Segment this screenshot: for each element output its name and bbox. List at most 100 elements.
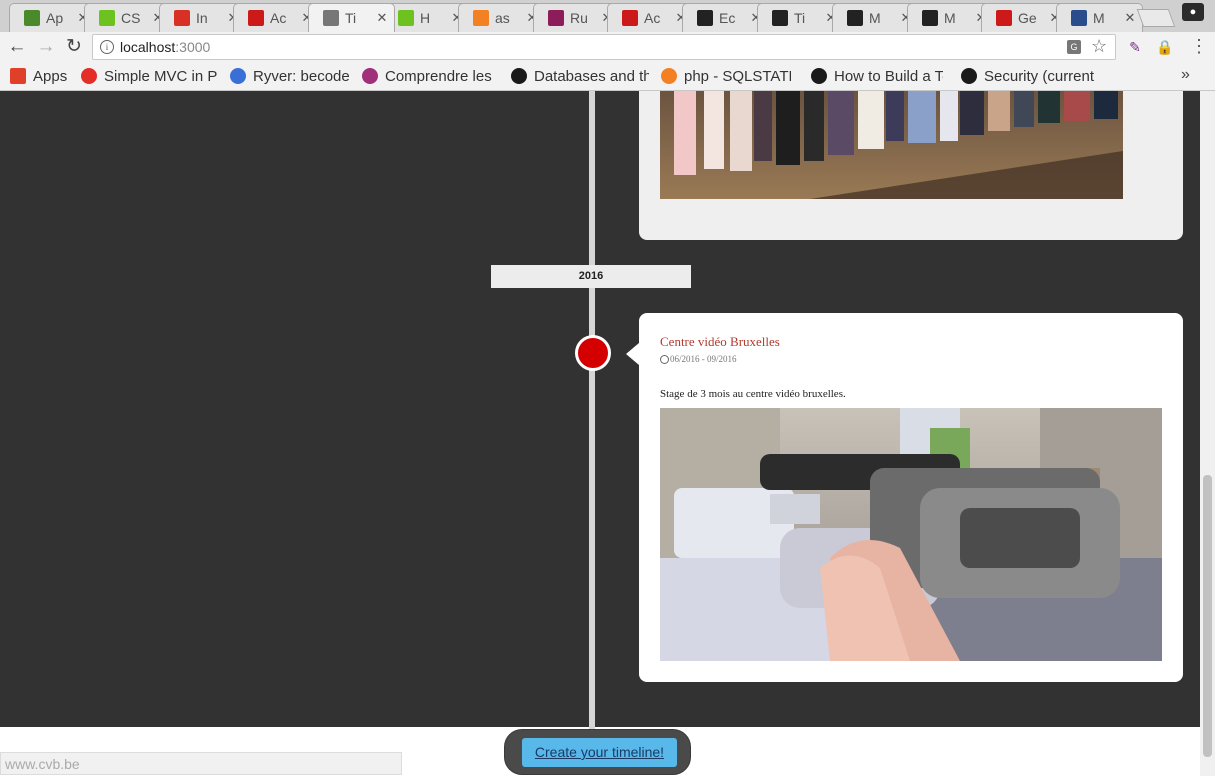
github-icon xyxy=(847,10,863,26)
status-bar-url: www.cvb.be xyxy=(0,752,402,775)
bird-icon xyxy=(996,10,1012,26)
symfony-icon xyxy=(511,68,527,84)
bookmark-item[interactable]: Apps xyxy=(10,67,72,85)
crowd-photo xyxy=(660,91,1123,199)
timeline-card-previous xyxy=(639,91,1183,240)
tab-title: Ti xyxy=(794,10,806,26)
tab-title: as xyxy=(495,10,510,26)
apps-grid-icon xyxy=(10,68,26,84)
tab-title: Ac xyxy=(270,10,287,26)
bookmark-item[interactable]: php - SQLSTATE[ xyxy=(661,67,791,85)
browser-tab[interactable]: as ✕ xyxy=(458,3,545,32)
tab-title: In xyxy=(196,10,208,26)
github-icon xyxy=(697,10,713,26)
entry-date-range: 06/2016 - 09/2016 xyxy=(670,354,737,364)
bookmark-label: Comprendre les xyxy=(385,67,492,85)
browser-tab[interactable]: Ge ✕ xyxy=(981,3,1068,32)
bookmark-label: Security (current xyxy=(984,67,1095,85)
tab-title: M xyxy=(1093,10,1105,26)
bird-icon xyxy=(248,10,264,26)
forward-arrow-icon[interactable]: → xyxy=(35,36,57,58)
tab-strip: Ap✕CS✕In✕Ac✕Ti✕H✕as✕Ru✕Ac✕Ec✕Ti✕M✕M✕Ge✕M… xyxy=(0,0,1215,32)
browser-tab[interactable]: Ti ✕ xyxy=(757,3,844,32)
browser-tab[interactable]: Ec ✕ xyxy=(682,3,769,32)
entry-description: Stage de 3 mois au centre vidéo bruxelle… xyxy=(660,388,846,400)
browser-tab[interactable]: Ap ✕ xyxy=(9,3,96,32)
bookmark-label: Apps xyxy=(33,67,68,85)
timeline-marker[interactable] xyxy=(575,335,611,371)
card-pointer-arrow xyxy=(626,343,639,365)
bookmark-label: How to Build a To xyxy=(834,67,943,85)
browser-tab[interactable]: M✕ xyxy=(832,3,919,32)
browser-tab[interactable]: Ac ✕ xyxy=(607,3,694,32)
document-icon xyxy=(323,10,339,26)
new-tab-button[interactable] xyxy=(1136,9,1176,27)
browser-tab[interactable]: Ti ✕ xyxy=(308,3,395,32)
bookmark-star-icon[interactable]: ☆ xyxy=(1091,36,1107,57)
extension-lock-icon[interactable]: 🔒 xyxy=(1156,38,1174,56)
bookmark-item[interactable]: Ryver: becode xyxy=(230,67,352,85)
tab-title: M xyxy=(869,10,881,26)
back-arrow-icon[interactable]: ← xyxy=(6,36,28,58)
year-label: 2016 xyxy=(491,265,691,288)
tab-title: Ge xyxy=(1018,10,1037,26)
github-icon xyxy=(772,10,788,26)
browser-tab[interactable]: CS ✕ xyxy=(84,3,171,32)
extension-eyedropper-icon[interactable]: ✎ xyxy=(1126,38,1144,56)
info-icon xyxy=(548,10,564,26)
tab-title: Ac xyxy=(644,10,661,26)
tab-title: H xyxy=(420,10,431,26)
close-tab-icon[interactable]: ✕ xyxy=(1124,10,1136,26)
tab-title: Ap xyxy=(46,10,64,26)
profile-icon[interactable]: ● xyxy=(1182,3,1204,21)
browser-toolbar: ← → ↻ i localhost:3000 G ☆ ✎ 🔒 ⋮ xyxy=(0,32,1215,62)
spiral-icon xyxy=(362,68,378,84)
gmail-icon xyxy=(174,10,190,26)
browser-tab[interactable]: H ✕ xyxy=(383,3,470,32)
bookmark-label: Ryver: becode xyxy=(253,67,350,85)
tab-title: Ec xyxy=(719,10,736,26)
scrollbar-thumb[interactable] xyxy=(1203,475,1212,757)
tab-title: M xyxy=(944,10,956,26)
github-icon xyxy=(922,10,938,26)
browser-menu-icon[interactable]: ⋮ xyxy=(1190,37,1208,55)
page-scrollbar[interactable] xyxy=(1200,91,1215,776)
browser-tab[interactable]: Ac ✕ xyxy=(233,3,320,32)
video-camera-photo xyxy=(660,408,1162,661)
symfony-icon xyxy=(961,68,977,84)
bookmark-item[interactable]: Databases and th xyxy=(511,67,649,85)
w3schools-icon xyxy=(99,10,115,26)
tab-title: Ru xyxy=(570,10,588,26)
translate-icon[interactable]: G xyxy=(1067,40,1081,54)
entry-title: Centre vidéo Bruxelles xyxy=(660,334,780,349)
stackoverflow-icon xyxy=(473,10,489,26)
timeline-card: Centre vidéo Bruxelles 06/2016 - 09/2016… xyxy=(626,313,1183,682)
ryver-icon xyxy=(230,68,246,84)
tab-title: CS xyxy=(121,10,141,26)
bookmarks-overflow-icon[interactable]: » xyxy=(1181,66,1190,84)
bookmark-item[interactable]: Simple MVC in PI xyxy=(81,67,217,85)
bookmark-label: Simple MVC in PI xyxy=(104,67,217,85)
clock-icon xyxy=(660,354,669,364)
cube-icon xyxy=(24,10,40,26)
bookmark-item[interactable]: Comprendre les xyxy=(362,67,494,85)
create-timeline-button[interactable]: Create your timeline! xyxy=(522,738,677,767)
translate-icon xyxy=(1071,10,1087,26)
stackoverflow-icon xyxy=(661,68,677,84)
w3schools-icon xyxy=(398,10,414,26)
cta-container: Create your timeline! xyxy=(504,729,691,775)
bookmarks-bar: Apps Simple MVC in PI Ryver: becode Compren… xyxy=(0,62,1215,91)
reload-icon[interactable]: ↻ xyxy=(63,36,85,58)
browser-tab[interactable]: M✕ xyxy=(1056,3,1143,32)
close-tab-icon[interactable]: ✕ xyxy=(376,10,388,26)
timeline-section: 2016 Centre vidéo Bruxelles 06/2016 - 09… xyxy=(0,91,1200,727)
address-bar[interactable]: i localhost:3000 G ☆ xyxy=(92,34,1116,60)
site-info-icon[interactable]: i xyxy=(100,40,114,54)
url-text: localhost:3000 xyxy=(120,39,211,55)
bookmark-item[interactable]: How to Build a To xyxy=(811,67,943,85)
symfony-icon xyxy=(811,68,827,84)
timeline-line xyxy=(589,91,595,727)
entry-dates: 06/2016 - 09/2016 xyxy=(660,354,737,364)
bookmark-label: php - SQLSTATE[ xyxy=(684,67,791,85)
bookmark-item[interactable]: Security (current xyxy=(961,67,1101,85)
